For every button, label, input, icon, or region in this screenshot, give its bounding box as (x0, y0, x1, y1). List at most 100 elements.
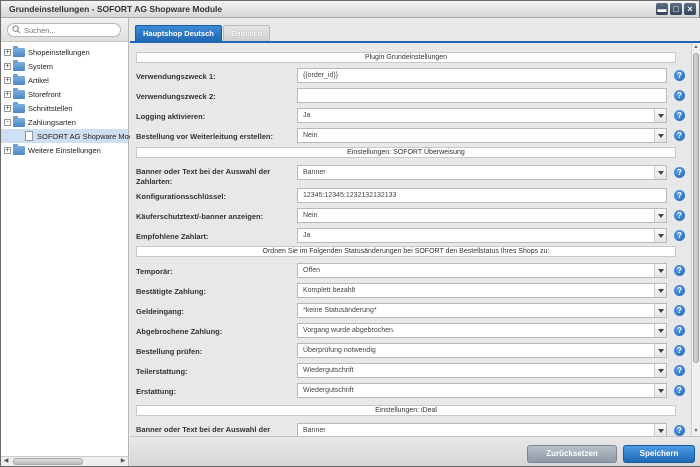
chevron-down-icon[interactable] (654, 229, 666, 242)
minimize-icon[interactable]: ▬ (656, 3, 668, 15)
erstattung-select[interactable]: Wiedergutschrift (297, 383, 667, 398)
scroll-right-icon[interactable]: ▶ (118, 457, 128, 466)
form-vertical-scrollbar[interactable]: ▲ ▼ (691, 43, 700, 436)
scroll-up-icon[interactable]: ▲ (692, 43, 700, 52)
chevron-down-icon[interactable] (654, 129, 666, 142)
tree-item-system[interactable]: + System (1, 59, 128, 73)
shop-tab-bar: Hauptshop Deutsch Englisch (130, 18, 700, 43)
tree-item-label: Artikel (28, 75, 49, 85)
scrollbar-thumb[interactable] (13, 458, 83, 465)
settings-form: Plugin Grundeinstellungen Verwendungszwe… (130, 43, 690, 436)
expand-icon[interactable]: + (4, 62, 11, 70)
help-icon[interactable]: ? (674, 385, 685, 396)
help-icon[interactable]: ? (674, 130, 685, 141)
search-input[interactable] (24, 25, 118, 35)
help-icon[interactable]: ? (674, 167, 685, 178)
select-value: Nein (303, 212, 318, 219)
help-icon[interactable]: ? (674, 70, 685, 81)
chevron-down-icon[interactable] (654, 264, 666, 277)
expand-icon[interactable]: + (4, 146, 11, 154)
help-icon[interactable]: ? (674, 230, 685, 241)
settings-sidebar: + Shopeinstellungen + System + Artikel +… (1, 18, 143, 466)
help-icon[interactable]: ? (674, 365, 685, 376)
chevron-down-icon[interactable] (654, 304, 666, 317)
help-icon[interactable]: ? (674, 110, 685, 121)
chevron-down-icon[interactable] (654, 384, 666, 397)
folder-icon (13, 101, 25, 113)
chevron-down-icon[interactable] (654, 109, 666, 122)
expand-icon[interactable]: + (4, 48, 11, 56)
help-icon[interactable]: ? (674, 90, 685, 101)
verwendungszweck1-input[interactable]: {{order_id}} (297, 68, 667, 83)
help-icon[interactable]: ? (674, 345, 685, 356)
field-label: Geldeingang: (136, 307, 184, 316)
reset-button[interactable]: Zurücksetzen (527, 445, 617, 463)
search-icon (12, 25, 21, 34)
bestaetigte-zahlung-select[interactable]: Komplett bezahlt (297, 283, 667, 298)
chevron-down-icon[interactable] (654, 284, 666, 297)
scrollbar-thumb[interactable] (693, 53, 699, 363)
chevron-down-icon[interactable] (654, 324, 666, 337)
select-value: Wiedergutschrift (303, 387, 354, 394)
banner-select[interactable]: Banner (297, 165, 667, 180)
help-icon[interactable]: ? (674, 210, 685, 221)
sidebar-search-bar (1, 18, 128, 42)
help-icon[interactable]: ? (674, 285, 685, 296)
collapse-icon[interactable]: - (4, 118, 11, 126)
chevron-down-icon[interactable] (654, 424, 666, 436)
tree-item-shopeinstellungen[interactable]: + Shopeinstellungen (1, 45, 128, 59)
tree-item-sofort-module[interactable]: SOFORT AG Shopware Module (1, 129, 143, 143)
tree-item-storefront[interactable]: + Storefront (1, 87, 128, 101)
geldeingang-select[interactable]: *keine Statusänderung* (297, 303, 667, 318)
logging-select[interactable]: Ja (297, 108, 667, 123)
field-label: Empfohlene Zahlart: (136, 232, 209, 241)
expand-icon[interactable]: + (4, 104, 11, 112)
scroll-left-icon[interactable]: ◀ (1, 457, 11, 466)
chevron-down-icon[interactable] (654, 364, 666, 377)
select-value: Offen (303, 267, 320, 274)
tab-hauptshop-deutsch[interactable]: Hauptshop Deutsch (135, 25, 222, 42)
temporaer-select[interactable]: Offen (297, 263, 667, 278)
document-icon (25, 131, 33, 141)
chevron-down-icon[interactable] (654, 344, 666, 357)
maximize-icon[interactable]: □ (670, 3, 682, 15)
empfohlen-select[interactable]: Ja (297, 228, 667, 243)
help-icon[interactable]: ? (674, 190, 685, 201)
bestellung-pruefen-select[interactable]: Überprüfung notwendig (297, 343, 667, 358)
settings-window: Grundeinstellungen - SOFORT AG Shopware … (0, 0, 700, 467)
tree-item-schnittstellen[interactable]: + Schnittstellen (1, 101, 128, 115)
abgebrochene-zahlung-select[interactable]: Vorgang wurde abgebrochen. (297, 323, 667, 338)
settings-tree: + Shopeinstellungen + System + Artikel +… (1, 45, 143, 157)
ideal-banner-select[interactable]: Banner (297, 423, 667, 436)
expand-icon[interactable]: + (4, 90, 11, 98)
help-icon[interactable]: ? (674, 425, 685, 436)
field-label: Bestellung vor Weiterleitung erstellen: (136, 132, 273, 141)
tree-item-artikel[interactable]: + Artikel (1, 73, 128, 87)
tree-item-label: System (28, 61, 54, 71)
bestellung-select[interactable]: Nein (297, 128, 667, 143)
chevron-down-icon[interactable] (654, 209, 666, 222)
section-header-status: Ordnen Sie im Folgenden Statusänderungen… (136, 246, 676, 257)
kaeuferschutz-select[interactable]: Nein (297, 208, 667, 223)
verwendungszweck2-input[interactable] (297, 88, 667, 103)
teilerstattung-select[interactable]: Wiedergutschrift (297, 363, 667, 378)
tree-item-weitere-einstellungen[interactable]: + Weitere Einstellungen (1, 143, 128, 157)
field-label: Banner oder Text bei der Auswahl der Zah… (136, 425, 271, 436)
folder-icon (13, 73, 25, 85)
expand-icon[interactable]: + (4, 76, 11, 84)
help-icon[interactable]: ? (674, 305, 685, 316)
sidebar-horizontal-scrollbar[interactable]: ◀ ▶ (1, 456, 128, 466)
help-icon[interactable]: ? (674, 265, 685, 276)
chevron-down-icon[interactable] (654, 166, 666, 179)
scroll-down-icon[interactable]: ▼ (692, 427, 700, 436)
config-key-input[interactable]: 12345:12345:1232132132133 (297, 188, 667, 203)
window-titlebar[interactable]: Grundeinstellungen - SOFORT AG Shopware … (1, 1, 699, 18)
help-icon[interactable]: ? (674, 325, 685, 336)
close-icon[interactable]: × (684, 3, 696, 15)
tree-item-zahlungsarten[interactable]: - Zahlungsarten (1, 115, 128, 129)
save-button[interactable]: Speichern (623, 445, 695, 463)
select-value: Ja (303, 232, 311, 239)
section-header-plugin: Plugin Grundeinstellungen (136, 52, 676, 63)
search-box (7, 23, 121, 37)
tab-englisch[interactable]: Englisch (223, 25, 271, 42)
